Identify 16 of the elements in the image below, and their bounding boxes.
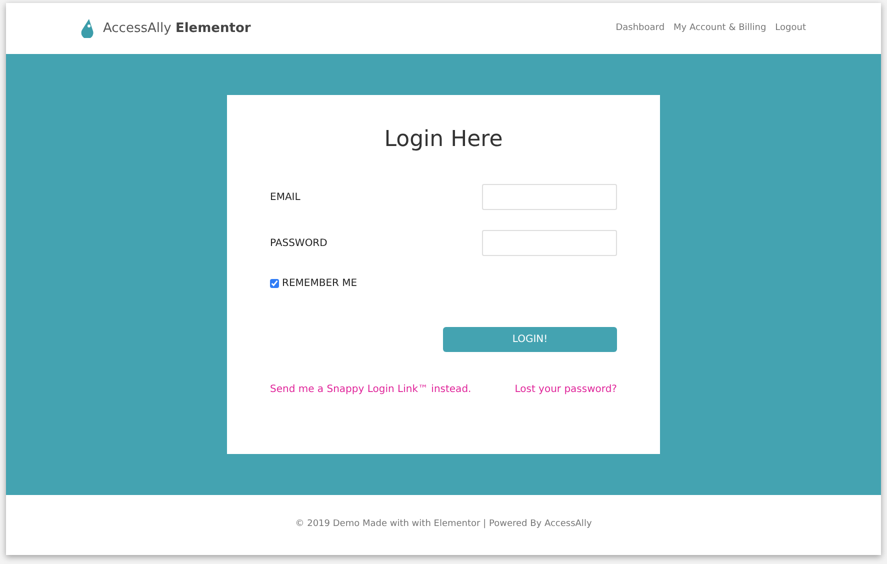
nav-link[interactable]: My Account & Billing: [674, 22, 766, 36]
login-title: Login Here: [383, 126, 504, 154]
field-label: EMAIL: [270, 190, 300, 204]
footer-text: © 2019 Demo Made with with Elementor | Powered By AccessAlly: [295, 518, 592, 532]
remember-label: REMEMBER ME: [282, 277, 358, 291]
logo-icon: [81, 19, 94, 38]
input-field[interactable]: [482, 184, 617, 210]
text-link[interactable]: Send me a Snappy Login Link™ instead.: [270, 382, 472, 397]
field-label: PASSWORD: [270, 236, 328, 250]
nav-link[interactable]: Dashboard: [616, 22, 665, 36]
login-button[interactable]: LOGIN!: [443, 327, 617, 352]
site-title[interactable]: AccessAlly Elementor: [103, 18, 251, 38]
input-field[interactable]: [482, 230, 617, 256]
nav-link[interactable]: Logout: [775, 22, 806, 36]
text-link[interactable]: Lost your password?: [514, 382, 617, 397]
remember-checkbox[interactable]: [270, 279, 279, 288]
